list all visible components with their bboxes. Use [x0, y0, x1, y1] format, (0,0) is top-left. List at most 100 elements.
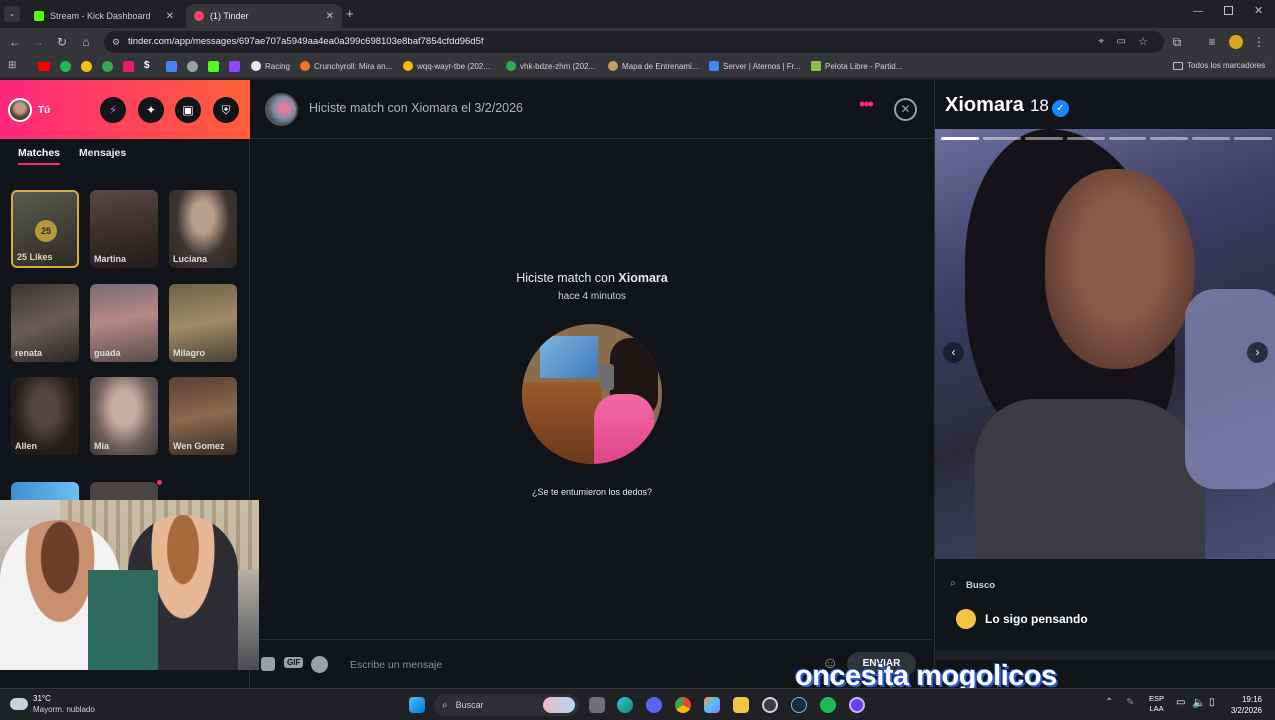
close-icon[interactable]: ✕	[166, 11, 174, 22]
close-icon[interactable]: ✕	[326, 11, 334, 22]
photo-progress-segment[interactable]	[1066, 137, 1105, 140]
more-options-icon[interactable]: •••	[859, 94, 874, 115]
next-photo-icon[interactable]: ›	[1247, 342, 1268, 363]
profile-photo[interactable]: ‹ ›	[935, 129, 1275, 559]
bookmark-crunchyroll[interactable]: Crunchyroll: Mira an...	[300, 61, 392, 71]
steam-icon[interactable]	[791, 697, 807, 713]
bookmark-mapa[interactable]: Mapa de Entrenami...	[608, 61, 698, 71]
language-indicator[interactable]: ESP LAA	[1149, 694, 1164, 714]
volume-icon[interactable]: 🔈	[1192, 696, 1206, 709]
weather-widget[interactable]: 31°C Mayorm. nublado	[10, 693, 95, 715]
gif-button[interactable]: GIF	[284, 657, 304, 668]
tab-kick-dashboard[interactable]: Stream - Kick Dashboard ✕	[26, 4, 182, 28]
reload-icon[interactable]: ↻	[55, 35, 69, 49]
spotify-taskbar-icon[interactable]	[820, 697, 836, 713]
match-card[interactable]: Mia	[90, 377, 158, 455]
match-card[interactable]: renata	[11, 284, 79, 362]
battery-icon[interactable]: ▯	[1209, 697, 1215, 708]
back-icon[interactable]: ←	[8, 35, 22, 49]
boost-button[interactable]: ⚡	[100, 97, 126, 123]
tray-icon[interactable]: ✎	[1126, 697, 1134, 708]
cast-icon[interactable]: ▭	[1117, 31, 1126, 53]
bookmark-label: Todos los marcadores	[1187, 61, 1266, 70]
bookmark-pelota-libre[interactable]: Pelota Libre - Partid...	[811, 61, 902, 71]
file-explorer-icon[interactable]	[733, 697, 749, 713]
bookmark-icon[interactable]: $	[144, 60, 150, 71]
message-input[interactable]: Escribe un mensaje	[350, 659, 442, 671]
minimize-button[interactable]: —	[1193, 6, 1203, 17]
tab-search-button[interactable]: ⌄	[4, 6, 20, 22]
new-tab-button[interactable]: +	[346, 6, 354, 21]
match-card[interactable]: Luciana	[169, 190, 237, 268]
avatar[interactable]	[265, 93, 298, 126]
bookmark-racing[interactable]: Racing	[251, 61, 290, 71]
url-field[interactable]: ⚙ tinder.com/app/messages/697ae707a5949a…	[104, 31, 1164, 53]
discord-icon[interactable]	[646, 697, 662, 713]
menu-icon[interactable]: ⋮	[1252, 35, 1266, 49]
photo-progress-segment[interactable]	[1150, 137, 1189, 140]
task-view-icon[interactable]	[589, 697, 605, 713]
match-card[interactable]	[90, 482, 158, 502]
match-card[interactable]	[11, 482, 79, 502]
photo-progress-segment[interactable]	[1234, 137, 1272, 140]
network-icon[interactable]: ▭	[1176, 697, 1185, 708]
weather-temp: 31°C	[33, 694, 51, 703]
tab-matches[interactable]: Matches	[18, 147, 61, 165]
all-bookmarks-folder[interactable]: Todos los marcadores	[1173, 61, 1265, 70]
taskbar-search[interactable]: ⌕ Buscar	[434, 694, 579, 716]
match-card[interactable]: Milagro	[169, 284, 237, 362]
bookmark-icon[interactable]	[102, 61, 113, 72]
bookmark-icon[interactable]	[187, 61, 198, 72]
youtube-icon[interactable]	[38, 62, 50, 71]
sticker-icon[interactable]	[261, 657, 275, 671]
tab-messages[interactable]: Mensajes	[79, 147, 126, 159]
match-card[interactable]: Wen Gomez	[169, 377, 237, 455]
photo-progress-segment[interactable]	[1108, 137, 1147, 140]
apps-icon[interactable]: ⊞	[8, 60, 16, 71]
previous-photo-icon[interactable]: ‹	[943, 342, 964, 363]
bookmark-drive-2[interactable]: vhk-bdze-zhm (202...	[506, 61, 595, 71]
spotify-icon[interactable]	[60, 61, 71, 72]
maximize-button[interactable]	[1224, 6, 1233, 15]
obs-icon[interactable]	[762, 697, 778, 713]
kick-bookmark-icon[interactable]	[208, 61, 219, 72]
bookmark-star-icon[interactable]: ☆	[1138, 31, 1148, 53]
spotify-share-icon[interactable]	[311, 656, 328, 673]
tab-list-icon[interactable]: ≡	[1205, 35, 1219, 49]
match-card[interactable]: guada	[90, 284, 158, 362]
copilot-icon[interactable]	[704, 697, 720, 713]
home-icon[interactable]: ⌂	[79, 35, 93, 49]
briefcase-button[interactable]: ▣	[175, 97, 201, 123]
match-card[interactable]: Allen	[11, 377, 79, 455]
bookmark-icon[interactable]	[123, 61, 134, 72]
windows-start-icon[interactable]	[409, 697, 425, 713]
location-icon[interactable]: ⌖	[1098, 31, 1104, 53]
bookmark-icon[interactable]	[166, 61, 177, 72]
forward-icon[interactable]: →	[31, 35, 45, 49]
clock[interactable]: 19:16 3/2/2026	[1226, 694, 1262, 716]
bookmark-drive-1[interactable]: wqq-wayr-tbe (202...	[403, 61, 490, 71]
close-window-button[interactable]: ✕	[1254, 4, 1263, 17]
match-card[interactable]: Martina	[90, 190, 158, 268]
match-photo[interactable]	[522, 324, 662, 464]
safety-button[interactable]: ⛨	[213, 97, 239, 123]
likes-card[interactable]: 25 25 Likes	[11, 190, 79, 268]
tray-chevron-icon[interactable]: ⌃	[1105, 697, 1113, 708]
user-profile-button[interactable]: Tú	[8, 98, 50, 122]
explore-button[interactable]: ✦	[138, 97, 164, 123]
site-info-icon[interactable]: ⚙	[112, 31, 120, 53]
tab-tinder[interactable]: (1) Tinder ✕	[186, 4, 342, 28]
edge-icon[interactable]	[617, 697, 633, 713]
profile-avatar-icon[interactable]	[1229, 35, 1243, 49]
extensions-icon[interactable]: ⧉	[1170, 35, 1184, 50]
photo-progress-segment[interactable]	[1192, 137, 1231, 140]
photo-progress-segment[interactable]	[1024, 137, 1063, 140]
chrome-icon[interactable]	[675, 697, 691, 713]
photo-progress-segment[interactable]	[941, 137, 979, 140]
app-icon[interactable]	[849, 697, 865, 713]
twitch-icon[interactable]	[229, 61, 240, 72]
close-conversation-icon[interactable]: ✕	[894, 98, 917, 121]
bookmark-aternos[interactable]: Server | Aternos | Fr...	[709, 61, 801, 71]
bookmark-icon[interactable]	[81, 61, 92, 72]
photo-progress-segment[interactable]	[982, 137, 1021, 140]
